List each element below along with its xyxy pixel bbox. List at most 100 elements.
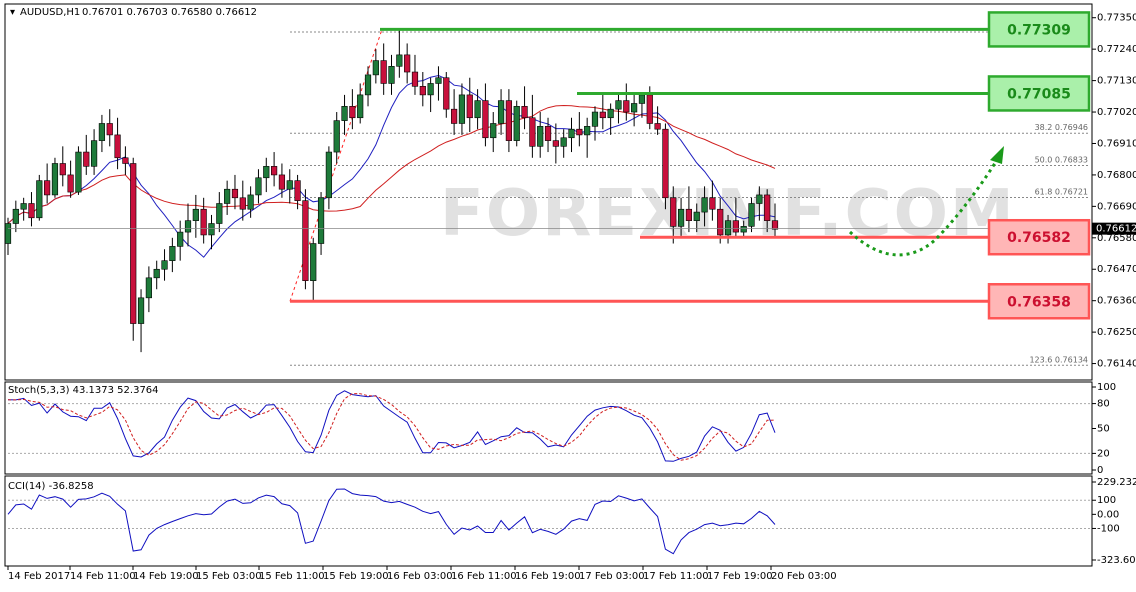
candle (255, 177, 262, 196)
candle (278, 174, 286, 190)
candle (497, 100, 505, 124)
price-tick: 0.76800 (1097, 170, 1136, 181)
stoch-tick: 80 (1097, 399, 1110, 410)
candle (427, 83, 434, 96)
candle (90, 140, 98, 167)
candle (435, 77, 442, 84)
candle (67, 174, 74, 193)
candle (529, 117, 536, 147)
candle (615, 100, 622, 110)
candle (44, 180, 51, 196)
candle (740, 226, 747, 233)
price-tick: 0.76910 (1097, 138, 1136, 149)
candle (568, 128, 575, 139)
candle (443, 77, 450, 110)
candle (247, 194, 254, 210)
candle (411, 71, 419, 87)
candle (317, 197, 325, 244)
level-label: 0.76582 (1007, 230, 1071, 246)
candle (192, 208, 199, 221)
candle (341, 106, 348, 121)
candle (701, 197, 708, 213)
candle (83, 151, 90, 167)
candle (623, 100, 630, 113)
candle (137, 297, 145, 324)
candle (208, 223, 215, 236)
candle (224, 188, 231, 204)
candle (560, 137, 567, 147)
candle (177, 231, 184, 247)
candle (169, 246, 176, 261)
candle (51, 163, 59, 196)
candle (677, 208, 685, 227)
cci-label: CCI(14) -36.8258 (8, 481, 94, 492)
candle (662, 128, 669, 199)
candle (724, 220, 732, 236)
price-tick: 0.77130 (1097, 76, 1136, 87)
cci-panel (4, 475, 1093, 567)
candle (302, 200, 309, 281)
candle (693, 211, 700, 221)
price-tick: 0.76250 (1097, 327, 1136, 338)
price-tick: 0.76360 (1097, 296, 1136, 307)
candle (685, 208, 693, 221)
cci-tick: -100 (1097, 523, 1120, 534)
symbol-label: AUDUSD,H1 (20, 7, 80, 18)
candle (396, 54, 403, 67)
candle (599, 111, 606, 119)
fib-label: 38.2 0.76946 (1035, 123, 1088, 132)
price-chart[interactable]: FOREXIMF.COM 38.2 0.7694650.0 0.7683361.… (0, 0, 1136, 588)
price-tick: 0.76470 (1097, 264, 1136, 275)
candle (130, 163, 137, 324)
time-tick: 14 Feb 2017 (8, 571, 70, 582)
time-tick: 16 Feb 19:00 (515, 571, 581, 582)
time-tick: 17 Feb 03:00 (579, 571, 645, 582)
candle (4, 223, 12, 244)
candle (771, 220, 779, 230)
candle (638, 94, 646, 104)
cci-tick: 229.2324 (1097, 477, 1136, 488)
ohlc-label: 0.76701 0.76703 0.76580 0.76612 (82, 7, 257, 18)
price-tick: 0.76580 (1097, 233, 1136, 244)
stoch-tick: 20 (1097, 448, 1110, 459)
candle (364, 74, 372, 96)
time-tick: 17 Feb 19:00 (707, 571, 773, 582)
price-axis: 0.77350 0.77240 0.77130 0.77020 0.76910 0.768… (1092, 13, 1136, 370)
candle (482, 100, 489, 139)
candle (670, 197, 677, 227)
level-label: 0.76358 (1007, 294, 1071, 310)
candle (161, 260, 168, 270)
candle (756, 194, 763, 204)
candle (552, 140, 559, 147)
candle (106, 123, 113, 136)
candle (20, 203, 27, 210)
candle (98, 123, 106, 141)
candle (732, 220, 739, 233)
candle (591, 111, 599, 127)
candle (458, 94, 466, 124)
candle (12, 208, 19, 224)
candle (419, 86, 426, 96)
candle (294, 180, 301, 201)
candle (490, 123, 497, 139)
stoch-panel (4, 381, 1093, 475)
cci-tick: -323.6052 (1097, 555, 1136, 566)
price-tick: 0.76690 (1097, 201, 1136, 212)
candle (357, 94, 364, 119)
candle (521, 106, 528, 119)
candle (114, 134, 121, 159)
candle (544, 126, 552, 141)
fib-label: 50.0 0.76833 (1035, 155, 1088, 164)
time-tick: 15 Feb 11:00 (259, 571, 325, 582)
candle (404, 54, 411, 73)
candle (36, 180, 43, 219)
candle (349, 106, 356, 119)
candle (380, 60, 387, 84)
candle (451, 108, 458, 124)
candle (654, 123, 661, 130)
candle (513, 106, 520, 141)
candle (200, 208, 207, 236)
candle (122, 157, 129, 164)
price-tick: 0.77240 (1097, 44, 1136, 55)
header-arrow-icon[interactable]: ▾ (10, 7, 15, 18)
